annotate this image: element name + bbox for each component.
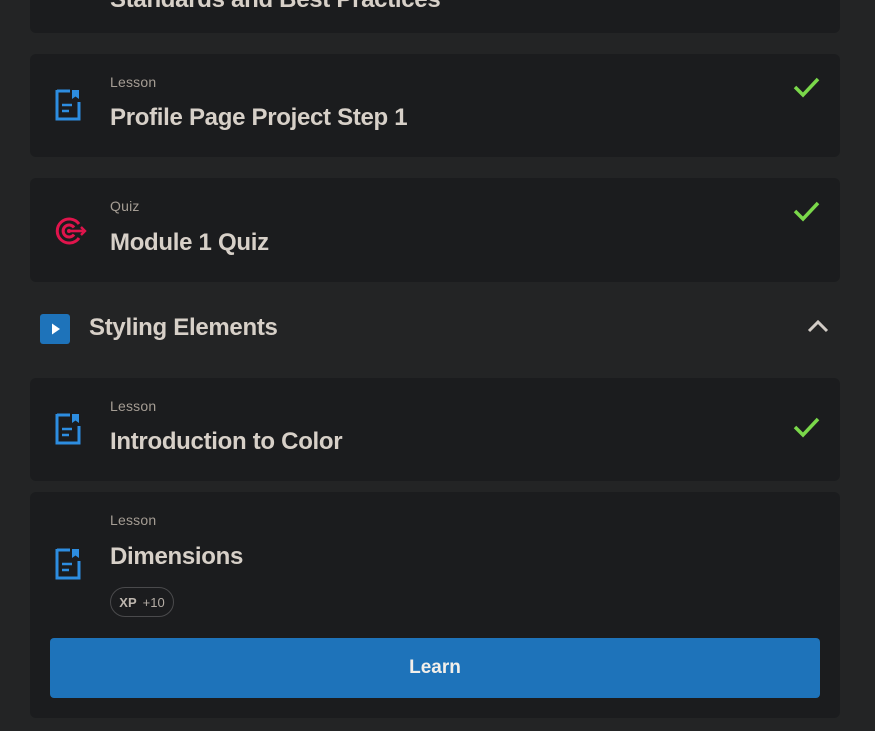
item-type: Lesson [110, 74, 157, 90]
learn-button[interactable]: Learn [50, 638, 820, 698]
check-icon [792, 200, 820, 227]
check-icon [792, 416, 820, 443]
item-type: Quiz [110, 198, 140, 214]
item-type: Lesson [110, 512, 157, 528]
course-item-current[interactable]: Lesson Dimensions XP +10 Learn [30, 492, 840, 718]
xp-value: +10 [142, 594, 165, 610]
course-item[interactable]: Lesson Introduction to Color [30, 378, 840, 481]
play-icon [40, 314, 70, 344]
lesson-document-icon [54, 412, 82, 451]
lesson-document-icon [54, 88, 82, 127]
item-title: Standards and Best Practices [110, 0, 441, 14]
xp-label: XP [119, 594, 137, 610]
quiz-target-icon [54, 216, 88, 251]
course-item[interactable]: Lesson Profile Page Project Step 1 [30, 54, 840, 157]
item-title: Profile Page Project Step 1 [110, 104, 408, 131]
check-icon [792, 76, 820, 103]
item-title: Module 1 Quiz [110, 229, 269, 256]
item-type: Lesson [110, 398, 157, 414]
xp-badge: XP +10 [110, 587, 174, 617]
item-title: Dimensions [110, 543, 244, 570]
section-title: Styling Elements [89, 314, 278, 341]
chevron-up-icon[interactable] [806, 318, 830, 339]
course-item[interactable]: Quiz Module 1 Quiz [30, 178, 840, 282]
section-header[interactable]: Styling Elements [30, 300, 840, 360]
item-title: Introduction to Color [110, 428, 343, 455]
lesson-document-icon [54, 547, 82, 586]
course-item-partial[interactable]: Standards and Best Practices [30, 0, 840, 33]
